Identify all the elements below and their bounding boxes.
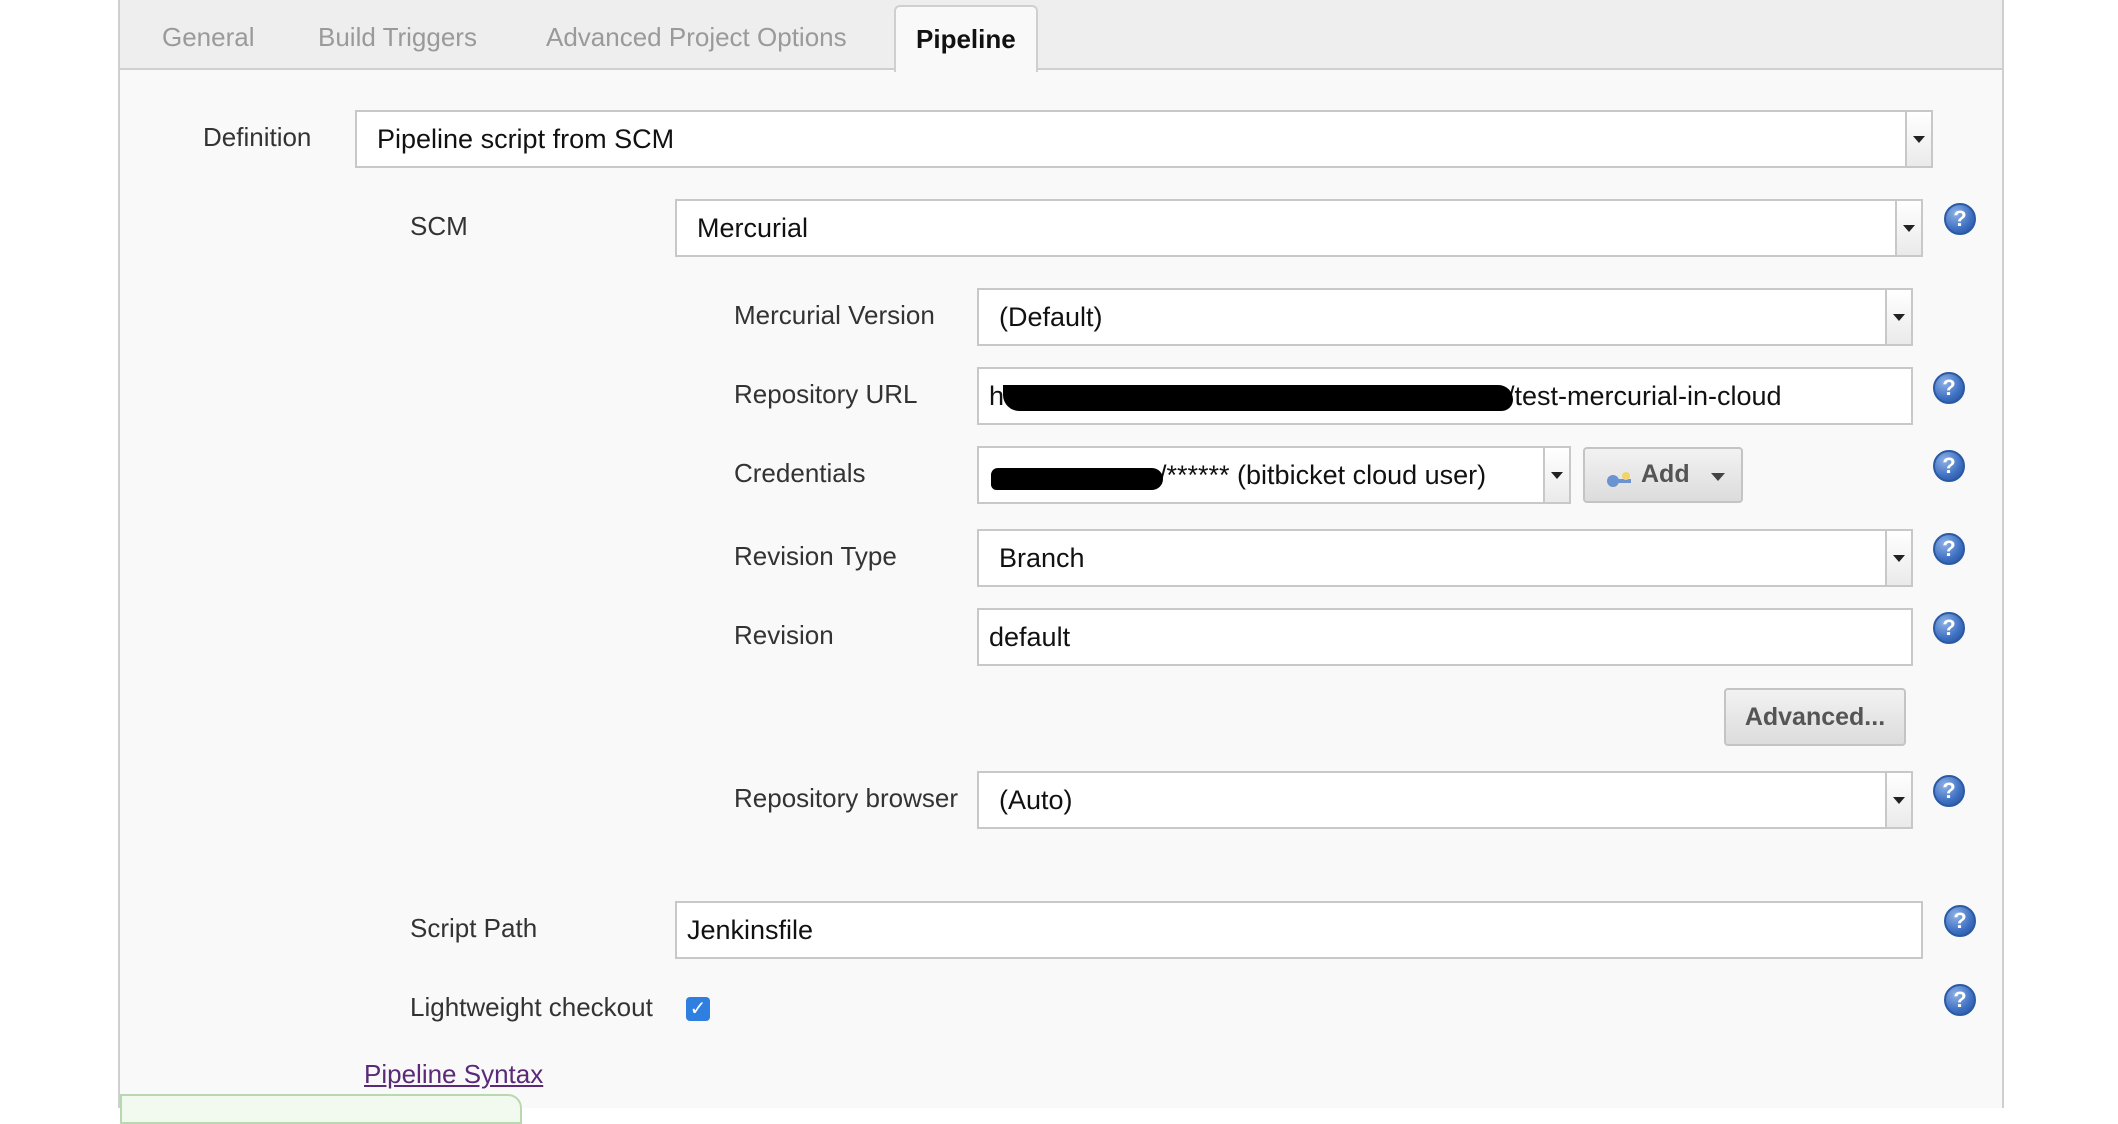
script-path-value: Jenkinsfile [687,915,814,945]
revision-type-select[interactable]: Branch [977,529,1913,587]
help-icon[interactable]: ? [1933,372,1965,404]
help-icon[interactable]: ? [1933,450,1965,482]
tab-general[interactable]: General [162,0,255,70]
help-icon[interactable]: ? [1944,984,1976,1016]
scm-select[interactable]: Mercurial [675,199,1923,257]
save-apply-bar [120,1094,522,1124]
add-credentials-button[interactable]: Add [1583,447,1743,503]
repository-browser-value: (Auto) [999,785,1073,815]
redaction-mark [991,468,1163,490]
chevron-down-icon[interactable] [1885,773,1911,827]
help-icon[interactable]: ? [1933,775,1965,807]
repository-url-value: /test-mercurial-in-cloud [1507,381,1782,411]
advanced-button[interactable]: Advanced... [1724,688,1906,746]
help-icon[interactable]: ? [1944,905,1976,937]
script-path-input[interactable]: Jenkinsfile [675,901,1923,959]
revision-type-value: Branch [999,543,1085,573]
lightweight-checkout-label: Lightweight checkout [410,992,653,1022]
redaction-mark [1003,385,1513,411]
pipeline-config-panel: General Build Triggers Advanced Project … [118,0,2004,1124]
mercurial-version-label: Mercurial Version [734,300,935,330]
caret-down-icon [1711,473,1725,481]
lightweight-checkout-checkbox[interactable]: ✓ [686,997,710,1021]
help-icon[interactable]: ? [1933,533,1965,565]
tab-advanced-project-options[interactable]: Advanced Project Options [546,0,847,70]
help-icon[interactable]: ? [1933,612,1965,644]
chevron-down-icon[interactable] [1543,448,1569,502]
help-icon[interactable]: ? [1944,203,1976,235]
repository-browser-label: Repository browser [734,783,958,813]
credentials-value: /****** (bitbicket cloud user) [1159,460,1487,490]
repository-browser-select[interactable]: (Auto) [977,771,1913,829]
chevron-down-icon[interactable] [1885,531,1911,585]
config-tab-bar: General Build Triggers Advanced Project … [120,0,2002,72]
credentials-select[interactable]: /****** (bitbicket cloud user) [977,446,1571,504]
add-button-label: Add [1641,460,1690,488]
revision-value: default [989,622,1071,652]
revision-input[interactable]: default [977,608,1913,666]
mercurial-version-select[interactable]: (Default) [977,288,1913,346]
scm-label: SCM [410,211,468,241]
chevron-down-icon[interactable] [1885,290,1911,344]
tab-build-triggers[interactable]: Build Triggers [318,0,477,70]
definition-label: Definition [203,122,312,152]
revision-type-label: Revision Type [734,541,897,571]
definition-select[interactable]: Pipeline script from SCM [355,110,1933,168]
script-path-label: Script Path [410,913,538,943]
definition-value: Pipeline script from SCM [377,124,675,154]
tab-pipeline[interactable]: Pipeline [894,5,1038,72]
chevron-down-icon[interactable] [1895,201,1921,255]
checkmark-icon: ✓ [689,998,707,1020]
pipeline-syntax-link[interactable]: Pipeline Syntax [364,1059,543,1090]
mercurial-version-value: (Default) [999,302,1103,332]
repository-url-label: Repository URL [734,379,918,409]
revision-label: Revision [734,620,834,650]
credentials-label: Credentials [734,458,866,488]
chevron-down-icon[interactable] [1905,112,1931,166]
repository-url-input[interactable]: ht /test-mercurial-in-cloud [977,367,1913,425]
scm-value: Mercurial [697,213,809,243]
key-icon [1605,467,1633,487]
